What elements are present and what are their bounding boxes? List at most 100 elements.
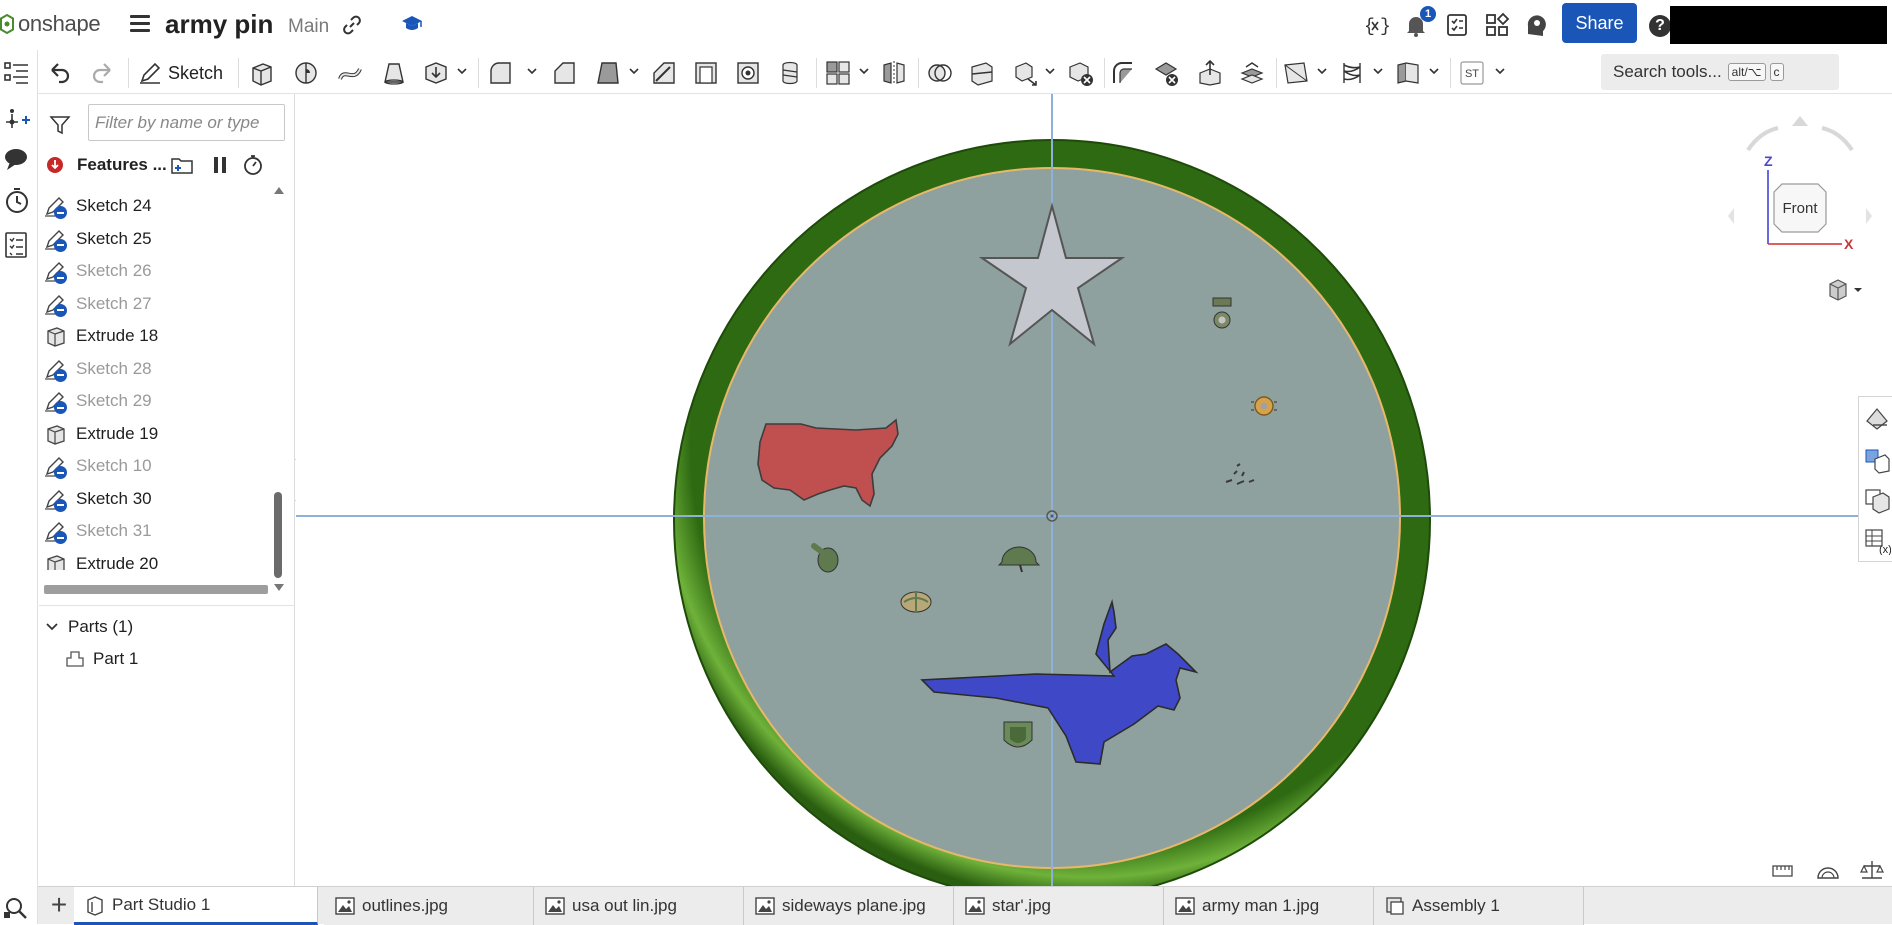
chevron-down-icon[interactable]: [858, 66, 870, 76]
feature-item[interactable]: Extrude 20: [44, 548, 274, 570]
rib-icon[interactable]: [650, 59, 678, 87]
history-icon[interactable]: [2, 186, 32, 216]
chevron-down-icon[interactable]: [1428, 66, 1440, 76]
move-face-icon[interactable]: [1196, 59, 1224, 87]
feature-item[interactable]: Sketch 25: [44, 223, 274, 255]
feature-item[interactable]: Sketch 31: [44, 515, 274, 547]
tab-assembly-1[interactable]: Assembly 1: [1374, 887, 1584, 925]
filter-icon[interactable]: [49, 114, 71, 136]
tab-star-jpg[interactable]: star'.jpg: [954, 887, 1164, 925]
share-button[interactable]: Share: [1562, 3, 1637, 43]
main-menu-icon[interactable]: [130, 15, 150, 33]
hole-icon[interactable]: [734, 59, 762, 87]
chevron-down-icon[interactable]: [1494, 66, 1506, 76]
chevron-down-icon[interactable]: [1316, 66, 1328, 76]
tab-part-studio-1[interactable]: Part Studio 1: [74, 887, 318, 925]
modify-fillet-icon[interactable]: [1110, 59, 1138, 87]
linear-pattern-icon[interactable]: [824, 59, 852, 87]
feature-item[interactable]: Sketch 28: [44, 353, 274, 385]
variables-icon[interactable]: { }: [1363, 12, 1389, 38]
feature-item[interactable]: Sketch 10: [44, 450, 274, 482]
transform-icon[interactable]: [1010, 59, 1038, 87]
split-icon[interactable]: [968, 59, 996, 87]
pause-icon[interactable]: [208, 153, 232, 177]
feature-item[interactable]: Sketch 27: [44, 288, 274, 320]
feature-item[interactable]: Sketch 26: [44, 255, 274, 287]
feature-item[interactable]: Sketch 30: [44, 483, 274, 515]
comments-icon[interactable]: [2, 144, 32, 174]
document-title[interactable]: army pin: [165, 9, 273, 40]
undo-icon[interactable]: [46, 59, 74, 87]
section-view-icon[interactable]: [1863, 447, 1891, 475]
parts-list-header[interactable]: Parts (1): [44, 612, 133, 642]
link-icon[interactable]: [341, 14, 363, 36]
part-item[interactable]: Part 1: [65, 644, 138, 674]
view-options-icon[interactable]: [1826, 278, 1870, 304]
tab-army-man-1-jpg[interactable]: army man 1.jpg: [1164, 887, 1374, 925]
branch-label[interactable]: Main: [288, 16, 329, 38]
sweep-icon[interactable]: [336, 59, 364, 87]
onshape-logo[interactable]: onshape: [0, 10, 101, 38]
rollback-bar-icon[interactable]: [47, 157, 63, 173]
boolean-icon[interactable]: [926, 59, 954, 87]
learning-profile-icon[interactable]: [1523, 12, 1549, 38]
replace-face-icon[interactable]: [1238, 59, 1266, 87]
tab-sideways-plane-jpg[interactable]: sideways plane.jpg: [744, 887, 954, 925]
measure-icon[interactable]: [1770, 858, 1798, 882]
revolve-icon[interactable]: [292, 59, 320, 87]
sheet-metal-icon[interactable]: [1394, 59, 1422, 87]
mirror-icon[interactable]: [880, 59, 908, 87]
thread-icon[interactable]: [776, 59, 804, 87]
feature-tree-icon[interactable]: [2, 58, 32, 88]
filter-features-input[interactable]: [88, 104, 285, 141]
globe-emblem-icon[interactable]: [900, 591, 932, 613]
chamfer-icon[interactable]: [550, 59, 578, 87]
feature-item[interactable]: Sketch 24: [44, 190, 274, 222]
shield-badge-icon[interactable]: [1003, 721, 1033, 748]
custom-feature-icon[interactable]: ST: [1458, 59, 1486, 87]
account-menu[interactable]: [1670, 6, 1887, 44]
chevron-down-icon[interactable]: [456, 66, 468, 76]
extrude-icon[interactable]: [248, 59, 276, 87]
chevron-down-icon[interactable]: [628, 66, 640, 76]
shell-icon[interactable]: [692, 59, 720, 87]
feature-list-icon[interactable]: [1444, 12, 1470, 38]
mass-properties-icon[interactable]: [1814, 858, 1842, 882]
feature-item[interactable]: Sketch 29: [44, 385, 274, 417]
redo-icon[interactable]: [88, 59, 116, 87]
chevron-down-icon[interactable]: [1044, 66, 1056, 76]
help-icon[interactable]: ?: [1649, 15, 1671, 37]
feature-item[interactable]: Extrude 18: [44, 320, 274, 352]
scrollbar-thumb[interactable]: [274, 492, 282, 578]
plane-icon[interactable]: [1282, 59, 1310, 87]
balance-icon[interactable]: [1858, 858, 1886, 882]
add-folder-icon[interactable]: [170, 153, 194, 177]
configurations-icon[interactable]: (x): [1863, 527, 1891, 555]
view-cube[interactable]: Z X Front: [1720, 112, 1880, 302]
delete-face-icon[interactable]: [1152, 59, 1180, 87]
sketch-button[interactable]: Sketch: [138, 58, 223, 88]
learning-center-icon[interactable]: [400, 12, 424, 36]
thicken-icon[interactable]: [422, 59, 450, 87]
draft-icon[interactable]: [594, 59, 622, 87]
feature-item[interactable]: Extrude 19: [44, 418, 274, 450]
tab-outlines-jpg[interactable]: outlines.jpg: [324, 887, 534, 925]
features-label[interactable]: Features ...: [77, 155, 167, 175]
named-views-icon[interactable]: [1863, 487, 1891, 515]
delete-part-icon[interactable]: [1066, 59, 1094, 87]
chevron-down-icon[interactable]: [526, 66, 538, 76]
horizontal-scrollbar[interactable]: [44, 585, 268, 594]
mate-connector-icon[interactable]: [2, 102, 32, 132]
chevron-down-icon[interactable]: [1372, 66, 1384, 76]
stopwatch-icon[interactable]: [241, 153, 265, 177]
properties-icon[interactable]: [2, 230, 32, 260]
tab-manager-icon[interactable]: [2, 896, 30, 920]
fillet-icon[interactable]: [486, 59, 514, 87]
app-store-icon[interactable]: [1484, 12, 1510, 38]
add-tab-button[interactable]: +: [44, 891, 74, 921]
tab-usa-out-lin-jpg[interactable]: usa out lin.jpg: [534, 887, 744, 925]
graphics-viewport[interactable]: Z X Front: [296, 94, 1892, 886]
loft-icon[interactable]: [380, 59, 408, 87]
helix-icon[interactable]: [1338, 59, 1366, 87]
search-tools-input[interactable]: Search tools... alt/⌥ c: [1601, 54, 1839, 90]
